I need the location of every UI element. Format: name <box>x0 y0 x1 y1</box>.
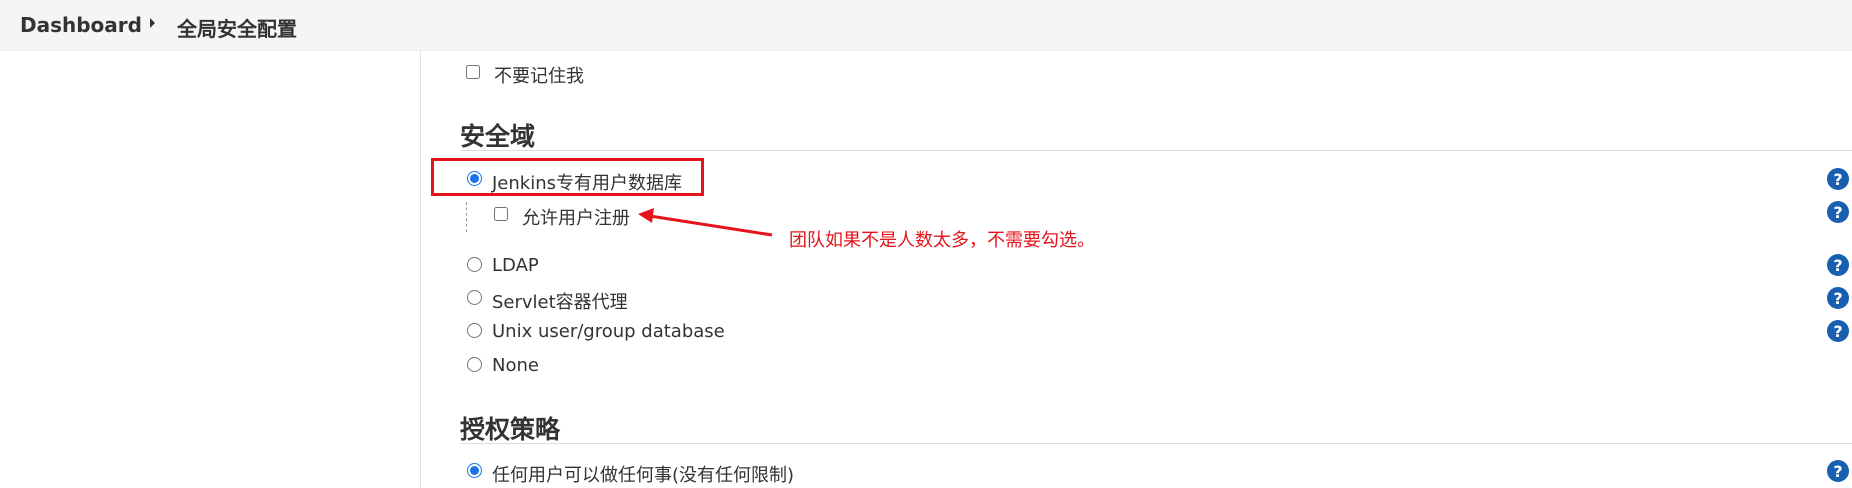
realm-none-label: None <box>492 355 539 376</box>
realm-ldap-radio[interactable] <box>467 257 482 272</box>
realm-servlet-radio[interactable] <box>467 290 482 305</box>
content-divider <box>420 50 421 488</box>
help-icon[interactable]: ? <box>1827 460 1849 482</box>
realm-none-radio[interactable] <box>467 357 482 372</box>
help-icon[interactable]: ? <box>1827 201 1849 223</box>
nested-options-guide <box>466 202 467 232</box>
realm-unix-radio[interactable] <box>467 323 482 338</box>
help-icon[interactable]: ? <box>1827 168 1849 190</box>
realm-ldap-label: LDAP <box>492 255 539 276</box>
breadcrumb-bar: Dashboard 全局安全配置 <box>0 0 1852 51</box>
breadcrumb-current-page: 全局安全配置 <box>177 17 297 41</box>
allow-signup-checkbox[interactable] <box>494 207 508 221</box>
section-divider <box>460 150 1852 151</box>
allow-signup-label: 允许用户注册 <box>522 208 630 229</box>
annotation-arrow-icon <box>638 208 773 237</box>
realm-unix-label: Unix user/group database <box>492 321 725 342</box>
section-divider <box>460 443 1852 444</box>
remember-me-checkbox[interactable] <box>466 65 480 79</box>
help-icon[interactable]: ? <box>1827 254 1849 276</box>
remember-me-label: 不要记住我 <box>494 66 584 87</box>
realm-jenkins-label: Jenkins专有用户数据库 <box>492 173 683 194</box>
auth-anything-radio[interactable] <box>467 463 482 478</box>
chevron-right-icon <box>150 18 155 28</box>
realm-servlet-label: Servlet容器代理 <box>492 292 628 313</box>
authorization-title: 授权策略 <box>460 415 561 444</box>
help-icon[interactable]: ? <box>1827 320 1849 342</box>
breadcrumb-dashboard-link[interactable]: Dashboard <box>20 13 142 37</box>
annotation-note: 团队如果不是人数太多，不需要勾选。 <box>789 230 1095 251</box>
auth-anything-label: 任何用户可以做任何事(没有任何限制) <box>492 465 795 486</box>
help-icon[interactable]: ? <box>1827 287 1849 309</box>
security-realm-title: 安全域 <box>460 122 536 151</box>
realm-jenkins-radio[interactable] <box>467 171 482 186</box>
